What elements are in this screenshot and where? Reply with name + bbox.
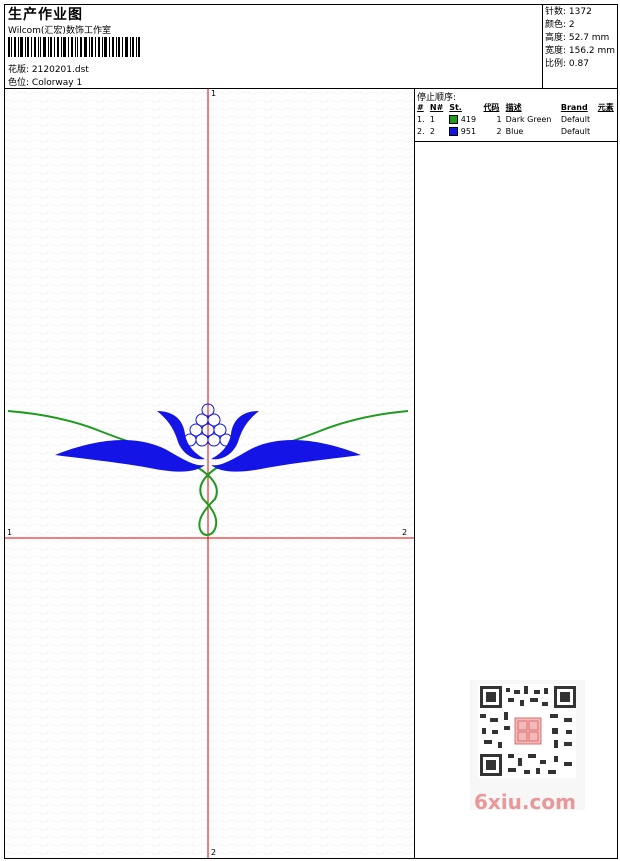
design-canvas: 1 2 1 2 bbox=[5, 89, 414, 858]
row-stitches: 419 bbox=[447, 113, 481, 125]
colorway-value: Colorway 1 bbox=[31, 78, 83, 88]
col-element: 元素 bbox=[597, 102, 614, 112]
col-index: # bbox=[417, 102, 424, 112]
stat-width: 宽度: 156.2 mm bbox=[545, 46, 616, 56]
table-row: 1. 1 419 1 Dark Green Default bbox=[415, 113, 618, 125]
color-swatch bbox=[449, 126, 459, 136]
panel-divider bbox=[414, 88, 415, 859]
stat-height: 高度: 52.7 mm bbox=[545, 33, 610, 43]
row-description: Dark Green bbox=[505, 114, 552, 124]
row-description: Blue bbox=[505, 126, 524, 136]
colorway-line: 色位: Colorway 1 bbox=[8, 75, 82, 88]
row-brand: Default bbox=[560, 126, 591, 136]
col-description: 描述 bbox=[505, 102, 522, 112]
row-code: 1 bbox=[496, 114, 502, 124]
row-n: 1 bbox=[429, 114, 435, 124]
watermark-site: 6xiu.com bbox=[474, 790, 576, 814]
design-value: 2120201.dst bbox=[31, 65, 89, 75]
stat-scale: 比例: 0.87 bbox=[545, 59, 589, 69]
row-stitches: 951 bbox=[447, 125, 481, 137]
barcode bbox=[8, 37, 140, 57]
axis-label-top: 1 bbox=[211, 89, 216, 98]
col-brand: Brand bbox=[560, 102, 588, 112]
axis-label-right: 2 bbox=[402, 528, 407, 537]
row-code: 2 bbox=[496, 126, 502, 136]
row-index: 2. bbox=[417, 126, 425, 136]
design-label: 花版: bbox=[8, 65, 30, 75]
color-swatch bbox=[449, 114, 459, 124]
colorway-label: 色位: bbox=[8, 78, 30, 88]
row-element bbox=[596, 113, 618, 125]
col-n: N# bbox=[429, 102, 444, 112]
software-name: Wilcom(汇宏)数饰工作室 bbox=[8, 26, 111, 36]
row-brand: Default bbox=[560, 114, 591, 124]
design-file-line: 花版: 2120201.dst bbox=[8, 62, 89, 75]
table-header-row: # N# St. 代码 描述 Brand 元素 bbox=[415, 101, 618, 113]
table-row: 2. 2 951 2 Blue Default bbox=[415, 125, 618, 137]
col-stitches: St. bbox=[449, 102, 462, 112]
table-divider bbox=[414, 141, 618, 142]
row-index: 1. bbox=[417, 114, 425, 124]
stat-colors: 颜色: 2 bbox=[545, 20, 575, 30]
row-n: 2 bbox=[429, 126, 435, 136]
col-code: 代码 bbox=[483, 102, 500, 112]
axis-label-left: 1 bbox=[7, 528, 12, 537]
color-sequence-table: # N# St. 代码 描述 Brand 元素 1. 1 419 1 Dark … bbox=[415, 101, 618, 137]
qr-code-icon bbox=[478, 684, 576, 778]
stats-box: 针数: 1372 颜色: 2 高度: 52.7 mm 宽度: 156.2 mm … bbox=[542, 4, 618, 88]
axis-label-bottom: 2 bbox=[211, 848, 216, 857]
row-element bbox=[596, 125, 618, 137]
page-title: 生产作业图 bbox=[8, 7, 83, 23]
stat-stitches: 针数: 1372 bbox=[545, 7, 592, 17]
